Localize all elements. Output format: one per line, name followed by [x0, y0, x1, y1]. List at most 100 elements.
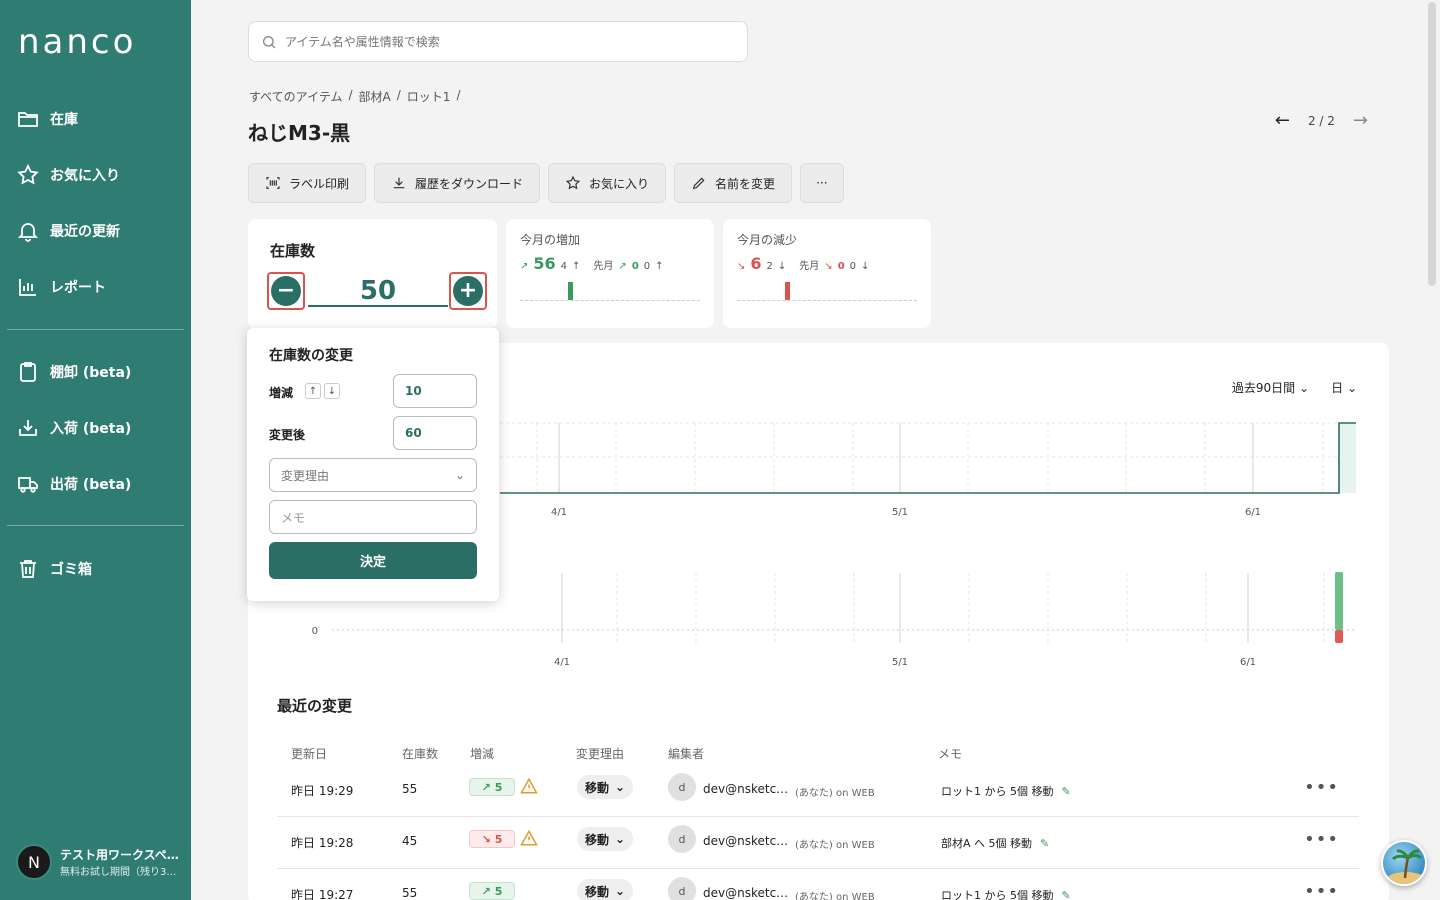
- workspace-switcher[interactable]: N テスト用ワークスペ… 無料お試し期間（残り3…: [16, 844, 179, 880]
- reason-label: 移動: [585, 780, 610, 795]
- arrow-down-icon: ↓: [861, 261, 870, 272]
- sidebar-item-report[interactable]: レポート: [16, 272, 106, 302]
- pencil-icon: [692, 177, 705, 190]
- x-tick-label: 6/1: [1245, 507, 1261, 518]
- prev-increase-count: 0: [643, 261, 651, 272]
- recent-changes-title: 最近の変更: [277, 697, 353, 715]
- submit-button[interactable]: 決定: [269, 542, 477, 579]
- workspace-name: テスト用ワークスペ…: [60, 847, 179, 862]
- decrease-title: 今月の減少: [737, 233, 798, 247]
- arrow-up-icon: ↑: [655, 261, 664, 272]
- row-date: 昨日 19:27: [291, 888, 354, 900]
- breadcrumb-part-a[interactable]: 部材A: [359, 88, 391, 105]
- reason-select[interactable]: 移動 ⌄: [577, 827, 634, 851]
- next-arrow-icon[interactable]: →: [1353, 110, 1368, 131]
- prev-increase-value: 0: [631, 261, 639, 272]
- sidebar-item-inventory[interactable]: 在庫: [16, 104, 78, 134]
- monthly-decrease-card: 今月の減少 ↘ 6 2 ↓ 先月 ↘ 0 0 ↓: [723, 219, 931, 328]
- reason-dropdown[interactable]: 変更理由 ⌄: [269, 458, 477, 492]
- row-stock: 45: [402, 834, 418, 848]
- sparkline-baseline: [520, 300, 700, 301]
- button-label: ラベル印刷: [289, 176, 350, 191]
- breadcrumb-lot1[interactable]: ロット1: [407, 88, 451, 105]
- search-bar[interactable]: [248, 21, 748, 62]
- page-title: ねじM3-黒: [248, 121, 351, 145]
- star-icon: [17, 163, 39, 185]
- search-icon: [263, 35, 276, 48]
- reason-select[interactable]: 移動 ⌄: [577, 775, 634, 799]
- row-more-button[interactable]: •••: [1304, 829, 1339, 850]
- sidebar-item-recent[interactable]: 最近の更新: [16, 216, 120, 246]
- edit-icon[interactable]: ✎: [1062, 785, 1071, 798]
- prev-arrow-icon[interactable]: ←: [1275, 110, 1290, 131]
- sidebar-item-favorites[interactable]: お気に入り: [16, 160, 120, 190]
- x-tick-label: 6/1: [1240, 657, 1256, 668]
- bell-icon: [17, 223, 39, 242]
- row-more-button[interactable]: •••: [1304, 777, 1339, 798]
- reason-label: 移動: [585, 884, 610, 899]
- after-input[interactable]: 60: [393, 416, 477, 450]
- memo-input[interactable]: メモ: [269, 500, 477, 534]
- decrement-button[interactable]: −: [267, 272, 305, 310]
- more-actions-button[interactable]: ···: [800, 163, 844, 203]
- decrease-count: 2: [766, 261, 773, 272]
- memo-text: ロット1 から 5個 移動: [941, 889, 1054, 900]
- x-tick-label: 4/1: [554, 657, 570, 668]
- sidebar-item-label: お気に入り: [50, 168, 120, 184]
- increase-stats: ↗ 56 4 ↑ 先月 ↗ 0 0 ↑: [520, 254, 664, 273]
- sidebar-item-receiving[interactable]: 入荷 (beta): [16, 413, 131, 443]
- favorite-button[interactable]: お気に入り: [548, 163, 667, 203]
- scrollbar[interactable]: [1428, 2, 1436, 286]
- delta-input[interactable]: 10: [393, 374, 477, 408]
- sidebar-item-shipping[interactable]: 出荷 (beta): [16, 469, 131, 499]
- rename-button[interactable]: 名前を変更: [674, 163, 793, 203]
- edit-icon[interactable]: ✎: [1062, 889, 1071, 900]
- sidebar-item-label: 出荷 (beta): [50, 477, 132, 493]
- increment-button[interactable]: +: [449, 272, 487, 310]
- button-label: 名前を変更: [715, 176, 776, 191]
- trend-down-icon: ↘: [824, 261, 833, 272]
- arrow-up-icon[interactable]: ↑: [305, 383, 321, 399]
- label-print-button[interactable]: ラベル印刷: [248, 163, 367, 203]
- delta-value: 5: [494, 832, 503, 846]
- arrow-down-icon: ↓: [777, 261, 787, 272]
- warning-icon[interactable]: [520, 829, 538, 847]
- column-header: 更新日: [291, 747, 328, 761]
- table-row[interactable]: 昨日 19:27 55 ↗ 5 移動 ⌄ d dev@nsketc… (あなた) o…: [277, 869, 1359, 900]
- table-row[interactable]: 昨日 19:28 45 ↘ 5 移動 ⌄ d dev@nsketc… (あなた) o…: [277, 817, 1359, 869]
- clipboard-icon: [20, 362, 36, 382]
- row-memo: 部材A へ 5個 移動 ✎: [941, 835, 1049, 851]
- chevron-down-icon: ⌄: [615, 832, 626, 846]
- island-icon: [1386, 849, 1425, 884]
- trend-up-icon: ↗: [618, 261, 627, 272]
- breadcrumb-all-items[interactable]: すべてのアイテム: [249, 88, 342, 105]
- row-date: 昨日 19:28: [291, 836, 354, 850]
- prev-decrease-value: 0: [837, 261, 845, 272]
- arrow-down-icon[interactable]: ↓: [324, 383, 340, 399]
- column-header: 編集者: [668, 747, 705, 761]
- row-memo: ロット1 から 5個 移動 ✎: [941, 783, 1071, 799]
- sidebar-item-trash[interactable]: ゴミ箱: [16, 554, 92, 584]
- reason-select[interactable]: 移動 ⌄: [577, 879, 634, 900]
- download-history-button[interactable]: 履歴をダウンロード: [374, 163, 541, 203]
- plus-icon: +: [453, 276, 483, 306]
- search-input[interactable]: [285, 34, 705, 49]
- edit-icon[interactable]: ✎: [1040, 837, 1049, 850]
- row-stock: 55: [402, 886, 418, 900]
- chevron-down-icon: ⌄: [454, 468, 465, 482]
- sidebar-item-stocktake[interactable]: 棚卸 (beta): [16, 357, 131, 387]
- x-tick-label: 5/1: [892, 507, 908, 518]
- table-row[interactable]: 昨日 19:29 55 ↗ 5 移動 ⌄ d dev@nsketc… (あなた) o…: [277, 765, 1359, 817]
- help-chat-button[interactable]: [1381, 840, 1427, 886]
- stock-quantity-input[interactable]: 50: [308, 275, 448, 307]
- y-tick-label: 0: [312, 626, 318, 637]
- editor-email: dev@nsketc…: [703, 886, 789, 900]
- increase-title: 今月の増加: [520, 233, 581, 247]
- x-tick-label: 5/1: [892, 657, 908, 668]
- chevron-down-icon: ⌄: [615, 780, 626, 794]
- more-icon: ···: [816, 176, 828, 190]
- avatar: d: [668, 825, 696, 853]
- warning-icon[interactable]: [520, 777, 538, 795]
- workspace-avatar: N: [16, 844, 52, 880]
- row-more-button[interactable]: •••: [1304, 881, 1339, 900]
